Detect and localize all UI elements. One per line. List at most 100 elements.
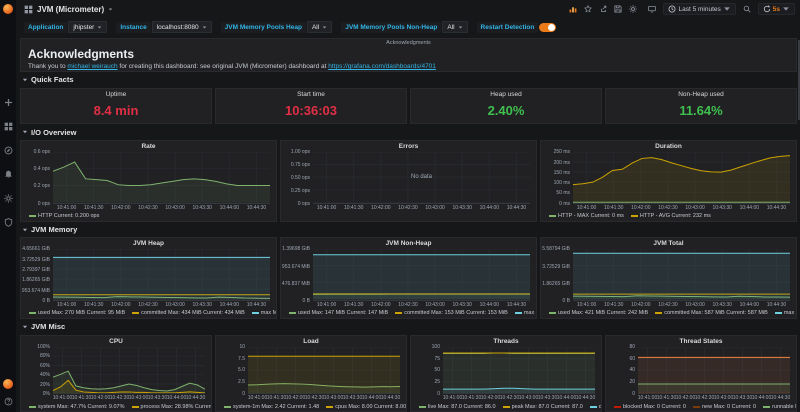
legend-item-max[interactable]: max Max: 3.880 GiB Current: 3.880 GiB bbox=[252, 310, 276, 316]
x-axis-tick: 10:44:30 bbox=[507, 205, 526, 211]
panel-title[interactable]: Start time bbox=[216, 89, 406, 98]
chart-title[interactable]: JVM Total bbox=[541, 238, 796, 248]
row-header-io-overview[interactable]: I/O Overview bbox=[20, 127, 797, 137]
time-range-picker[interactable]: Last 5 minutes bbox=[663, 3, 735, 15]
dashboard-source-link[interactable]: https://grafana.com/dashboards/4701 bbox=[328, 63, 436, 70]
tv-mode-icon[interactable] bbox=[648, 5, 656, 13]
stat-value: 8.4 min bbox=[21, 98, 211, 124]
legend-item-live[interactable]: live Max: 87.0 Current: 86.0 bbox=[419, 404, 496, 410]
nonheap-pools-dropdown[interactable]: All bbox=[442, 21, 467, 33]
save-icon[interactable] bbox=[614, 5, 622, 13]
chart-title[interactable]: JVM Non-Heap bbox=[281, 238, 536, 248]
legend-item-HTTP - AVG[interactable]: HTTP - AVG Current: 232 ms bbox=[631, 213, 711, 219]
panel-title[interactable]: Acknowledgments bbox=[21, 40, 796, 46]
legend-item-HTTP[interactable]: HTTP Current: 0.200 ops bbox=[29, 213, 99, 219]
clock-icon bbox=[668, 5, 676, 13]
legend-item-HTTP - MAX[interactable]: HTTP - MAX Current: 0 ms bbox=[549, 213, 624, 219]
filter-application: Application jhipster bbox=[24, 21, 107, 33]
y-axis-tick: 0 bbox=[242, 391, 245, 397]
ack-text: Thank you to michael weirauch for creati… bbox=[28, 63, 796, 70]
application-dropdown[interactable]: jhipster bbox=[68, 21, 107, 33]
panel-acknowledgments: Acknowledgments Acknowledgments Thank yo… bbox=[20, 38, 797, 72]
legend-item-daemon[interactable]: daemon Max: 9.0 Current: 9.0 bbox=[590, 404, 601, 410]
instance-dropdown[interactable]: localhost:8080 bbox=[152, 21, 212, 33]
chart-title[interactable]: Errors bbox=[281, 141, 536, 151]
legend-item-max[interactable]: max Max: 1.236 GiB Current: 1.236 GiB bbox=[515, 310, 536, 316]
legend-item-used[interactable]: used Max: 270 MiB Current: 95 MiB bbox=[29, 310, 125, 316]
legend-item-blocked[interactable]: blocked Max: 0 Current: 0 bbox=[614, 404, 686, 410]
settings-gear-icon[interactable] bbox=[629, 5, 637, 13]
x-axis-tick: 10:41:30 bbox=[267, 395, 286, 401]
panel-heap-used: Heap used 2.40% bbox=[410, 88, 602, 125]
dashboards-icon[interactable] bbox=[4, 122, 13, 131]
panel-uptime: Uptime 8.4 min bbox=[20, 88, 212, 125]
panel-cpu: CPU0%20%40%60%80%100%10:41:0010:41:3010:… bbox=[20, 335, 212, 412]
alerting-bell-icon[interactable] bbox=[4, 170, 13, 179]
refresh-picker[interactable]: 5s bbox=[758, 3, 795, 15]
x-axis-tick: 10:43:30 bbox=[712, 302, 731, 308]
row-header-jvm-memory[interactable]: JVM Memory bbox=[20, 225, 797, 235]
row-header-jvm-misc[interactable]: JVM Misc bbox=[20, 322, 797, 332]
user-avatar[interactable] bbox=[3, 379, 13, 389]
y-axis-tick: 0.6 ops bbox=[34, 149, 50, 155]
configuration-gear-icon[interactable] bbox=[4, 194, 13, 203]
legend-item-committed[interactable]: committed Max: 587 MiB Current: 587 MiB bbox=[655, 310, 768, 316]
y-axis-tick: 40% bbox=[40, 372, 50, 378]
chart-title[interactable]: Rate bbox=[21, 141, 276, 151]
legend-item-system[interactable]: system Max: 47.7% Current: 9.07% bbox=[29, 404, 125, 410]
dashboard-title-button[interactable]: JVM (Micrometer) bbox=[24, 5, 113, 14]
x-axis-tick: 10:42:00 bbox=[676, 395, 695, 401]
legend-item-max[interactable]: max Max: 5.116 GiB Current: 5.116 GiB bbox=[775, 310, 796, 316]
chart-title[interactable]: JVM Heap bbox=[21, 238, 276, 248]
panel-title[interactable]: Non-Heap used bbox=[606, 89, 796, 98]
x-axis-tick: 10:43:00 bbox=[685, 302, 704, 308]
legend-item-system-1m[interactable]: system-1m Max: 2.42 Current: 1.48 bbox=[224, 404, 319, 410]
chart-legend: system-1m Max: 2.42 Current: 1.48 cpus Ma… bbox=[216, 402, 406, 411]
row-header-quick-facts[interactable]: Quick Facts bbox=[20, 75, 797, 85]
explore-compass-icon[interactable] bbox=[4, 146, 13, 155]
legend-item-peak[interactable]: peak Max: 87.0 Current: 87.0 bbox=[503, 404, 583, 410]
grafana-logo-icon[interactable] bbox=[3, 4, 13, 14]
add-panel-icon[interactable] bbox=[569, 5, 577, 13]
x-axis-tick: 10:42:30 bbox=[398, 205, 417, 211]
legend-item-used[interactable]: used Max: 147 MiB Current: 147 MiB bbox=[289, 310, 388, 316]
legend-item-cpus[interactable]: cpus Max: 8.00 Current: 8.00 bbox=[326, 404, 406, 410]
chart-legend bbox=[281, 212, 536, 221]
create-plus-icon[interactable] bbox=[4, 98, 13, 107]
x-axis-tick: 10:43:30 bbox=[148, 395, 167, 401]
legend-item-runnable[interactable]: runnable Max: 16 Current: 16 bbox=[763, 404, 796, 410]
restart-detection-toggle[interactable] bbox=[539, 23, 556, 32]
panel-title[interactable]: Uptime bbox=[21, 89, 211, 98]
chart-title[interactable]: Duration bbox=[541, 141, 796, 151]
legend-item-committed[interactable]: committed Max: 153 MiB Current: 153 MiB bbox=[395, 310, 508, 316]
legend-item-new[interactable]: new Max: 0 Current: 0 bbox=[693, 404, 756, 410]
stat-value: 11.64% bbox=[606, 98, 796, 124]
x-axis-tick: 10:42:00 bbox=[481, 395, 500, 401]
star-icon[interactable] bbox=[584, 5, 592, 13]
y-axis-tick: 2.79397 GiB bbox=[22, 267, 50, 273]
server-admin-shield-icon[interactable] bbox=[4, 218, 13, 227]
legend-item-committed[interactable]: committed Max: 434 MiB Current: 434 MiB bbox=[132, 310, 245, 316]
y-axis-tick: 0% bbox=[43, 391, 50, 397]
legend-item-used[interactable]: used Max: 421 MiB Current: 242 MiB bbox=[549, 310, 648, 316]
panel-title[interactable]: Heap used bbox=[411, 89, 601, 98]
x-axis-tick: 10:41:00 bbox=[638, 395, 657, 401]
x-axis-tick: 10:42:00 bbox=[631, 302, 650, 308]
share-icon[interactable] bbox=[599, 5, 607, 13]
x-axis-tick: 10:41:00 bbox=[317, 205, 336, 211]
panel-rate: Rate0 ops0.2 ops0.4 ops0.6 ops10:41:0010… bbox=[20, 140, 277, 221]
filter-label: JVM Memory Pools Non-Heap bbox=[341, 22, 441, 33]
chevron-down-icon bbox=[322, 25, 327, 30]
x-axis-tick: 10:44:00 bbox=[740, 302, 759, 308]
author-link[interactable]: michael weirauch bbox=[67, 63, 117, 70]
zoom-out-icon[interactable] bbox=[743, 5, 751, 13]
help-question-icon[interactable] bbox=[4, 397, 13, 406]
panel-duration: Duration0 ms50 ms100 ms150 ms200 ms250 m… bbox=[540, 140, 797, 221]
legend-item-process[interactable]: process Max: 28.98% Current: 0.79% bbox=[132, 404, 211, 410]
x-axis-tick: 10:41:30 bbox=[72, 395, 91, 401]
y-axis-tick: 150 ms bbox=[554, 170, 570, 176]
heap-pools-dropdown[interactable]: All bbox=[307, 21, 332, 33]
x-axis-tick: 10:43:30 bbox=[733, 395, 752, 401]
x-axis-tick: 10:43:00 bbox=[425, 302, 444, 308]
y-axis-tick: 0.4 ops bbox=[34, 166, 50, 172]
